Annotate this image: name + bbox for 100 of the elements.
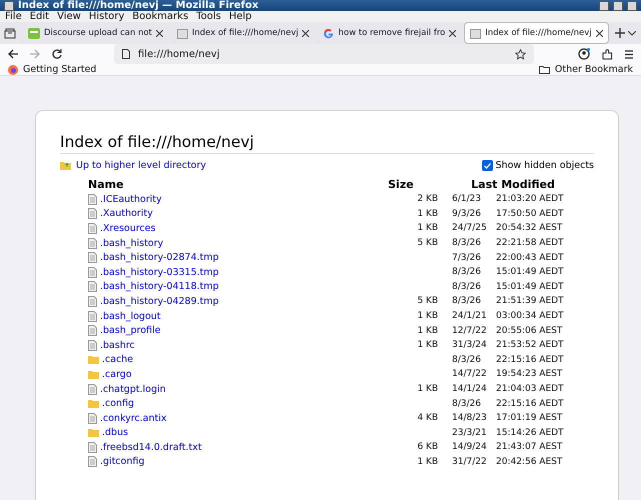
time-cell-text: 20:54:32 AEST (496, 223, 564, 234)
folder-icon (88, 370, 99, 379)
date-cell-text: 14/8/23 (451, 413, 488, 424)
time-cell-text: 03:00:34 AEDT (496, 311, 565, 322)
file-link[interactable]: .cargo (102, 368, 132, 380)
size-cell-text: 1 KB (416, 384, 438, 394)
size-cell-text: 6 KB (416, 442, 438, 452)
column-header[interactable]: Last Modified (438, 178, 588, 190)
size-cell-text: 1 KB (416, 223, 438, 234)
size-cell-text: 1 KB (416, 456, 438, 467)
show-hidden-checkbox[interactable] (482, 160, 493, 171)
date-cell-text: 8/3/26 (451, 267, 482, 278)
time-cell-text: 22:15:16 AEDT (496, 354, 565, 365)
file-link[interactable]: .Xauthority (100, 208, 153, 220)
date-cell-text: 31/3/24 (451, 340, 488, 350)
date-cell-text: 12/7/22 (451, 326, 488, 336)
file-icon (88, 222, 97, 234)
reload-icon[interactable] (52, 49, 62, 59)
menu-item[interactable]: Edit (30, 11, 50, 22)
browser-tab[interactable]: Index of file:///home/nevj (464, 22, 609, 44)
folder-icon (88, 355, 99, 364)
tab-overview-icon[interactable] (4, 28, 16, 38)
size-cell-text: 5 KB (416, 296, 438, 306)
file-link[interactable]: .freebsd14.0.draft.txt (100, 442, 202, 453)
menu-icon[interactable] (625, 50, 633, 58)
time-cell-text: 22:00:43 AEDT (496, 252, 565, 263)
chevron-down-icon[interactable] (628, 30, 636, 36)
folder-icon (88, 428, 99, 438)
date-cell-text: 31/7/22 (451, 456, 488, 467)
file-icon (88, 194, 97, 205)
file-link[interactable]: .bash_history-04118.tmp (100, 281, 219, 292)
close-icon[interactable] (596, 30, 603, 36)
close-icon[interactable] (302, 30, 310, 36)
time-cell-text: 17:50:50 AEDT (496, 208, 565, 219)
size-cell-text: 1 KB (416, 208, 438, 219)
date-cell-text: 14/9/24 (451, 442, 488, 452)
file-link[interactable]: .bash_profile (100, 325, 161, 336)
page-icon (122, 49, 130, 59)
file-link[interactable]: .bash_history-03315.tmp (100, 266, 219, 278)
menu-item[interactable]: Tools (196, 11, 221, 22)
back-icon[interactable] (8, 49, 18, 59)
account-icon[interactable] (578, 48, 590, 60)
size-cell-text: 5 KB (416, 238, 438, 248)
file-link[interactable]: .bash_history (100, 238, 164, 249)
size-cell-text: 4 KB (416, 413, 438, 424)
file-icon (88, 281, 97, 292)
other-bookmarks-item[interactable]: Other Bookmark (554, 64, 633, 75)
page-icon (470, 28, 482, 38)
star-icon[interactable] (515, 48, 526, 60)
date-cell-text: 8/3/26 (451, 296, 482, 306)
file-link[interactable]: .bash_logout (100, 310, 161, 322)
file-link[interactable]: .conkyrc.antix (100, 412, 167, 424)
menu-item[interactable]: File (5, 11, 22, 22)
bookmark-item[interactable]: Getting Started (23, 64, 96, 75)
file-link[interactable]: .config (102, 398, 134, 410)
file-icon (88, 252, 97, 264)
folder-icon (538, 65, 550, 74)
checkbox-label: Show hidden objects (496, 160, 594, 171)
file-link[interactable]: .dbus (102, 427, 128, 438)
column-header[interactable]: Size (388, 178, 438, 190)
time-cell-text: 20:42:56 AEST (496, 456, 564, 467)
date-cell-text: 8/3/26 (451, 354, 482, 365)
date-cell-text: 6/1/23 (451, 194, 482, 204)
date-cell-text: 8/3/26 (451, 398, 482, 409)
date-cell-text: 23/3/21 (451, 428, 488, 438)
file-link[interactable]: .ICEauthority (100, 194, 162, 205)
size-cell-text: 1 KB (416, 340, 438, 350)
size-cell-text: 2 KB (416, 194, 438, 204)
g-logo-icon (323, 28, 334, 38)
close-icon[interactable] (156, 30, 163, 36)
time-cell-text: 17:01:19 AEST (496, 413, 564, 424)
file-icon (88, 266, 97, 278)
file-icon (88, 442, 97, 453)
up-directory-link[interactable]: Up to higher level directory (76, 160, 206, 171)
file-link[interactable]: .bashrc (100, 340, 135, 351)
time-cell-text: 20:55:06 AEST (496, 326, 564, 336)
menu-item[interactable]: Bookmarks (132, 11, 188, 22)
file-link[interactable]: .bash_history-02874.tmp (100, 252, 219, 264)
page-heading: Index of file:///home/nevj (60, 133, 594, 154)
address-field[interactable]: file:///home/nevj (114, 44, 534, 64)
file-link[interactable]: .Xresources (100, 222, 156, 234)
menu-item[interactable]: Help (228, 11, 252, 22)
folder-icon (88, 399, 99, 408)
size-cell-text: 1 KB (416, 326, 438, 336)
menu-item[interactable]: View (57, 11, 81, 22)
extensions-icon[interactable] (602, 48, 613, 60)
file-link[interactable]: .cache (102, 354, 134, 366)
file-icon (88, 208, 97, 220)
close-icon[interactable] (449, 30, 456, 36)
file-link[interactable]: .bash_history-04289.tmp (100, 296, 219, 307)
time-cell-text: 21:51:39 AEDT (496, 296, 565, 306)
date-cell-text: 8/3/26 (451, 238, 482, 248)
file-link[interactable]: .gitconfig (100, 456, 144, 468)
file-link[interactable]: .chatgpt.login (100, 384, 166, 395)
column-header[interactable]: Name (88, 178, 388, 190)
file-icon (88, 238, 97, 249)
date-cell-text: 7/3/26 (451, 252, 482, 263)
menu-item[interactable]: History (88, 11, 124, 22)
time-cell-text: 15:14:26 AEDT (496, 428, 565, 438)
new-tab-icon[interactable] (614, 28, 625, 38)
